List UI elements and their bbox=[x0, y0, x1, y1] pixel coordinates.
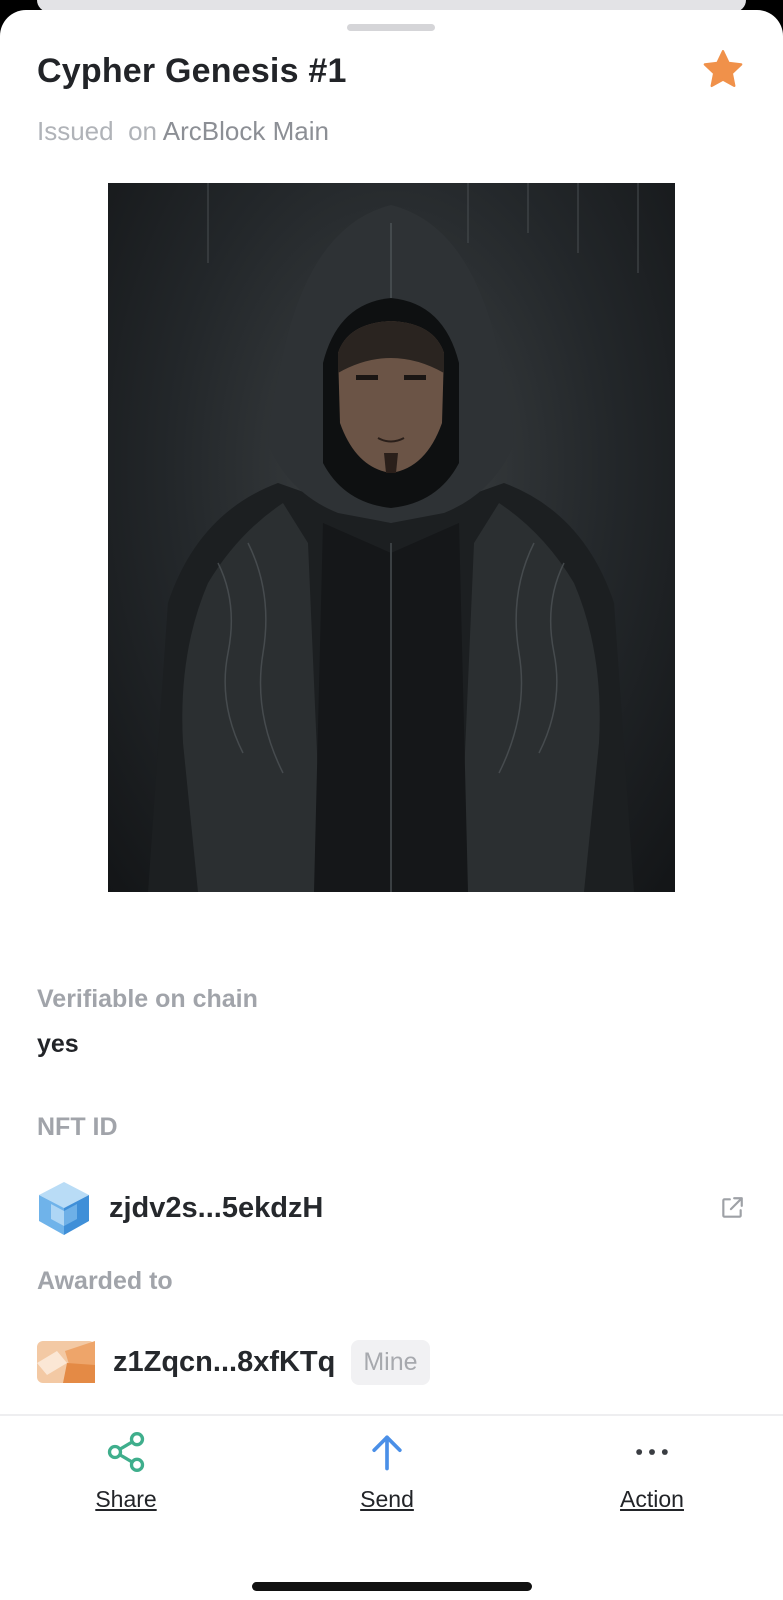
awarded-row[interactable]: z1Zqcn...8xfKTq Mine bbox=[37, 1334, 430, 1390]
issued-line: Issued on ArcBlock Main bbox=[37, 116, 329, 147]
nft-detail-sheet: Cypher Genesis #1 Issued on ArcBlock Mai… bbox=[0, 10, 783, 1600]
nft-title: Cypher Genesis #1 bbox=[37, 52, 347, 90]
awarded-label: Awarded to bbox=[37, 1267, 173, 1295]
nft-id-value: zjdv2s...5ekdzH bbox=[109, 1191, 324, 1224]
arrow-up-icon bbox=[372, 1435, 402, 1471]
sheet-grabber[interactable] bbox=[347, 24, 435, 31]
chain-name[interactable]: ArcBlock Main bbox=[163, 116, 329, 146]
home-indicator[interactable] bbox=[252, 1582, 532, 1591]
issued-word: Issued bbox=[37, 116, 114, 146]
star-icon[interactable] bbox=[700, 47, 746, 93]
verifiable-value: yes bbox=[37, 1030, 79, 1058]
nft-id-label: NFT ID bbox=[37, 1113, 118, 1141]
action-label: Action bbox=[620, 1486, 684, 1512]
hooded-figure-illustration bbox=[148, 183, 639, 892]
on-word: on bbox=[128, 116, 157, 146]
mine-badge: Mine bbox=[351, 1339, 430, 1385]
share-label: Share bbox=[95, 1486, 157, 1512]
share-button[interactable]: Share bbox=[56, 1430, 196, 1530]
nft-artwork[interactable] bbox=[108, 183, 675, 892]
action-button[interactable]: Action bbox=[582, 1430, 722, 1530]
external-link-icon[interactable] bbox=[719, 1195, 745, 1221]
share-icon bbox=[107, 1432, 145, 1472]
send-label: Send bbox=[360, 1486, 414, 1512]
owner-avatar-icon bbox=[37, 1341, 95, 1383]
verifiable-label: Verifiable on chain bbox=[37, 985, 258, 1013]
more-dots-icon bbox=[636, 1449, 668, 1455]
bottom-divider bbox=[0, 1414, 783, 1416]
awarded-value: z1Zqcn...8xfKTq bbox=[113, 1345, 336, 1378]
send-button[interactable]: Send bbox=[317, 1430, 457, 1530]
nft-id-row[interactable]: zjdv2s...5ekdzH bbox=[37, 1180, 323, 1236]
cube-avatar-icon bbox=[39, 1182, 89, 1235]
